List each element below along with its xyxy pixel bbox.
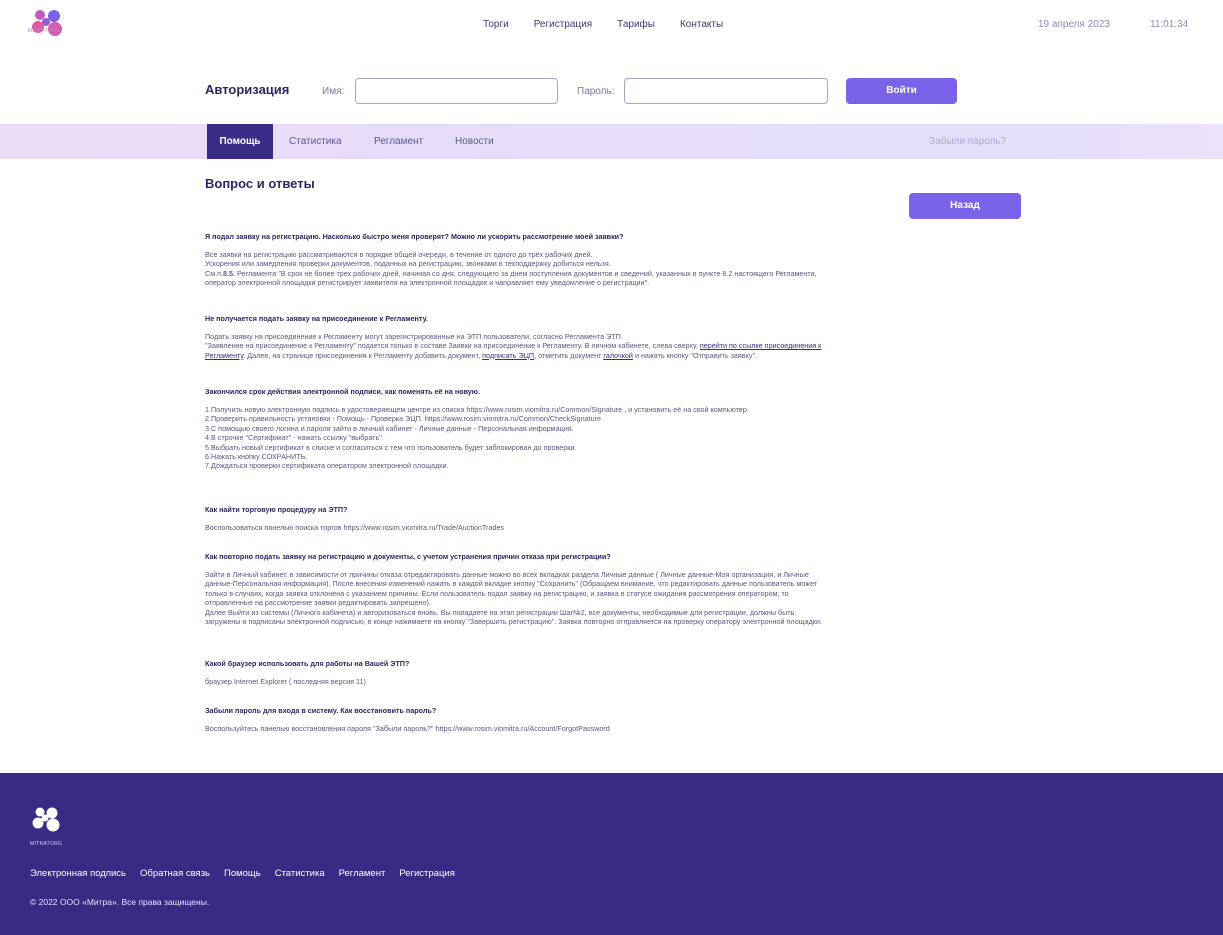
qa-item: Какой браузер использовать для работы на… xyxy=(205,659,1025,686)
nav-contacts[interactable]: Контакты xyxy=(680,19,723,30)
answer-text: Регламента "В срок не более трех рабочих… xyxy=(235,268,817,278)
top-bar: MITRATORG Торги Регистрация Тарифы Конта… xyxy=(0,0,1223,60)
password-input[interactable] xyxy=(624,78,828,104)
answer-text: и нажать кнопку "Отправить заявку". xyxy=(632,350,757,360)
answer-line: Воспользоваться панелью поиска торгов ht… xyxy=(205,523,505,532)
name-label: Имя: xyxy=(322,86,345,97)
answer-line: Ускорения или замедления проверки докуме… xyxy=(205,259,611,269)
auth-title: Авторизация xyxy=(205,82,290,97)
answer-line: Все заявки на регистрацию рассматриваютс… xyxy=(205,250,593,259)
answer-line: загружены и подписаны электронной подпис… xyxy=(205,617,822,627)
top-nav: Торги Регистрация Тарифы Контакты xyxy=(483,19,748,30)
answer-line: 6.Нажать кнопку СОХРАНИТЬ. xyxy=(205,452,308,462)
footer-logo-text: MITRATORG xyxy=(30,841,63,847)
logo-text: MITRATORG xyxy=(28,28,61,34)
footer-link-statistics[interactable]: Статистика xyxy=(275,868,325,879)
footer-link-feedback[interactable]: Обратная связь xyxy=(140,868,210,879)
question: Как повторно подать заявку на регистраци… xyxy=(205,552,611,561)
forgot-password-link[interactable]: Забыли пароль? xyxy=(929,124,1006,159)
answer-line: браузер Internet Explorer ( последняя ве… xyxy=(205,677,366,686)
answer-line: Регламенту. Далее, на странице присоедин… xyxy=(205,351,1025,360)
answer-bold-text: 8.5. xyxy=(223,268,236,278)
nav-registration[interactable]: Регистрация xyxy=(534,19,592,30)
regulation-link[interactable]: Регламенту xyxy=(205,351,243,360)
question: Я подал заявку на регистрацию. Насколько… xyxy=(205,232,624,241)
tab-statistics[interactable]: Статистика xyxy=(289,124,342,159)
answer-line: 1.Получить новую электронную подпись в у… xyxy=(205,405,749,414)
checkmark-link[interactable]: галочкой xyxy=(603,351,633,360)
answer-line: 3.С помощью своего логина и пароля зайти… xyxy=(205,423,574,433)
copyright: © 2022 ООО «Митра». Все права защищены. xyxy=(30,897,210,907)
answer-line: отправленные на рассмотрение заявки реда… xyxy=(205,598,431,608)
answer-text: "Заявление на присоединение к Регламенту… xyxy=(205,341,700,351)
footer: MITRATORG Электронная подпись Обратная с… xyxy=(0,773,1223,935)
qa-item: Не получается подать заявку на присоедин… xyxy=(205,314,1025,360)
answer-line: данные-Персональная информация). После в… xyxy=(205,579,818,589)
tab-help[interactable]: Помощь xyxy=(207,124,273,159)
current-time: 11:01:34 xyxy=(1150,19,1189,30)
answer-line: 5.Выбрать новый сертификат в списке и со… xyxy=(205,442,577,452)
tabs-bar: Помощь Статистика Регламент Новости Забы… xyxy=(0,124,1223,159)
answer-line: только в случаях, когда заявка отклонена… xyxy=(205,588,789,598)
footer-link-e-signature[interactable]: Электронная подпись xyxy=(30,868,126,879)
sign-ecp-link[interactable]: подписать ЭЦП xyxy=(482,351,534,360)
answer-line: "Заявление на присоединение к Регламенту… xyxy=(205,341,1025,350)
join-regulation-link[interactable]: перейти по ссылке присоединения к xyxy=(700,341,821,350)
question: Как найти торговую процедуру на ЭТП? xyxy=(205,505,348,514)
tab-regulations[interactable]: Регламент xyxy=(374,124,423,159)
answer-line: 4.В строчке "Сертификат" - нажать ссылку… xyxy=(205,433,382,443)
question: Забыли пароль для входа в систему. Как в… xyxy=(205,706,437,715)
footer-nav: Электронная подпись Обратная связь Помощ… xyxy=(30,868,469,879)
qa-item: Закончился срок действия электронной под… xyxy=(205,387,1025,471)
footer-link-registration[interactable]: Регистрация xyxy=(399,868,455,879)
login-button[interactable]: Войти xyxy=(846,78,957,104)
answer-text: , отметить документ xyxy=(534,350,604,360)
back-button[interactable]: Назад xyxy=(909,193,1021,219)
nav-torgi[interactable]: Торги xyxy=(483,19,509,30)
answer-line: Далее Выйти из системы (Личного кабинета… xyxy=(205,607,795,617)
nav-tariffs[interactable]: Тарифы xyxy=(617,19,655,30)
question: Какой браузер использовать для работы на… xyxy=(205,659,410,668)
answer-line: 7.Дождаться проверки сертификата операто… xyxy=(205,461,449,471)
answer-text: . Далее, на странице присоединения к Рег… xyxy=(243,350,483,360)
answer-line: См.п.8.5. Регламента "В срок не более тр… xyxy=(205,269,1025,278)
answer-line: 2.Проверить правильность установки - Пом… xyxy=(205,414,601,424)
question: Не получается подать заявку на присоедин… xyxy=(205,314,428,323)
tab-news[interactable]: Новости xyxy=(455,124,494,159)
answer-line: Воспользуйтесь панелью восстановления па… xyxy=(205,724,610,733)
qa-item: Я подал заявку на регистрацию. Насколько… xyxy=(205,232,1025,288)
password-label: Пароль: xyxy=(577,86,615,97)
answer-line: Подать заявку на присоединение к Регламе… xyxy=(205,332,623,341)
mitratorg-footer-logo-icon[interactable] xyxy=(30,806,66,838)
answer-line: оператор электронной площадки регистриру… xyxy=(205,278,650,288)
question: Закончился срок действия электронной под… xyxy=(205,387,480,396)
name-input[interactable] xyxy=(355,78,558,104)
qa-item: Как повторно подать заявку на регистраци… xyxy=(205,552,1025,626)
qa-item: Как найти торговую процедуру на ЭТП? Вос… xyxy=(205,505,1025,532)
answer-line: Зайти в Личный кабинет, в зависимости от… xyxy=(205,570,809,579)
current-date: 19 апреля 2023 xyxy=(1038,19,1110,30)
footer-link-help[interactable]: Помощь xyxy=(224,868,261,879)
page-title: Вопрос и ответы xyxy=(205,176,315,191)
answer-text: См.п. xyxy=(205,268,224,278)
footer-link-regulations[interactable]: Регламент xyxy=(339,868,386,879)
qa-item: Забыли пароль для входа в систему. Как в… xyxy=(205,706,1025,733)
